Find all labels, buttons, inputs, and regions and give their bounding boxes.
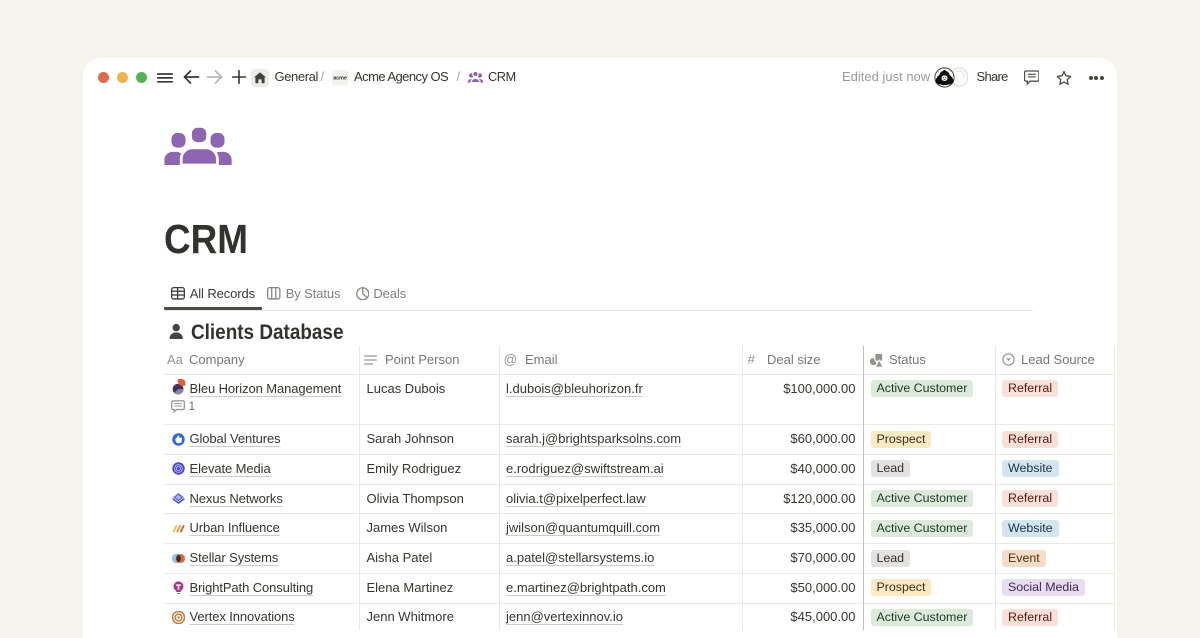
svg-text:acme: acme	[333, 76, 347, 82]
